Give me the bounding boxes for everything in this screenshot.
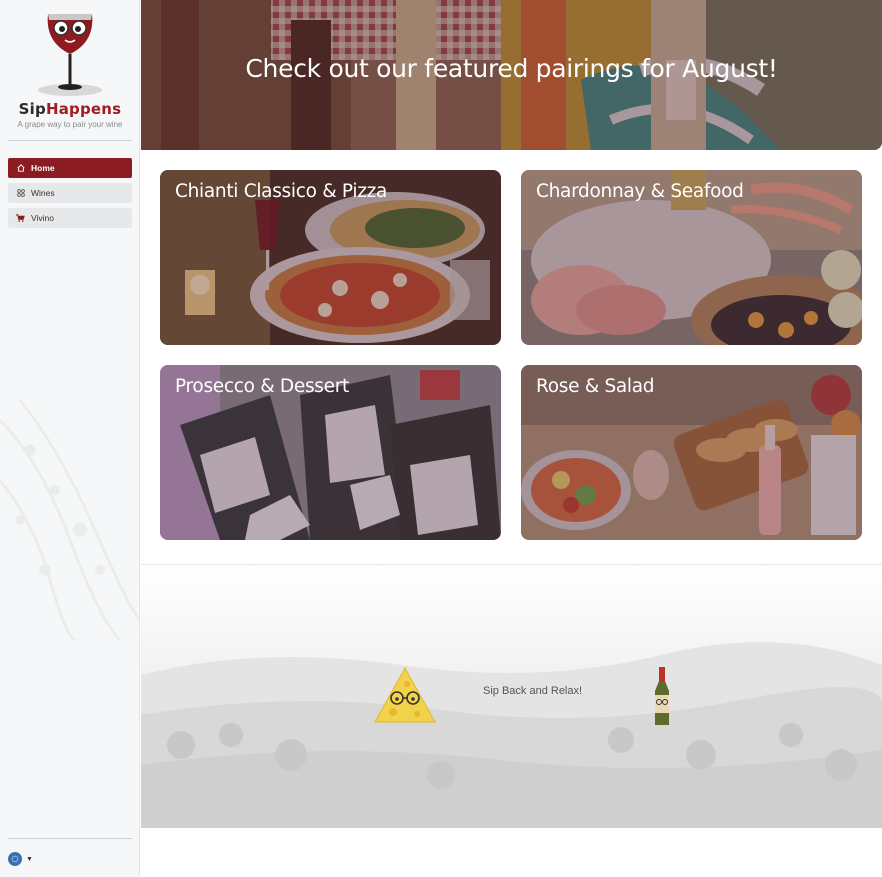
home-icon bbox=[16, 164, 25, 173]
brand-sip: Sip bbox=[18, 100, 46, 118]
pairing-card-chardonnay-seafood[interactable]: Chardonnay & Seafood bbox=[521, 170, 862, 345]
card-title: Prosecco & Dessert bbox=[175, 376, 349, 397]
tagline: A grape way to pair your wine bbox=[17, 120, 123, 129]
sidebar-item-wines[interactable]: Wines bbox=[8, 183, 132, 203]
sidebar-item-label: Vivino bbox=[31, 213, 54, 223]
card-title: Rose & Salad bbox=[536, 376, 655, 397]
sidebar-bottom-divider bbox=[8, 838, 132, 839]
chevron-down-icon[interactable]: ▼ bbox=[26, 856, 33, 863]
hero-title: Check out our featured pairings for Augu… bbox=[245, 54, 778, 83]
cheese-icon bbox=[374, 666, 436, 723]
sidebar-item-label: Wines bbox=[31, 188, 55, 198]
vineyard-decoration bbox=[0, 399, 139, 640]
cart-icon bbox=[16, 214, 25, 223]
sidebar: SipHappens A grape way to pair your wine… bbox=[0, 0, 140, 877]
pairing-card-rose-salad[interactable]: Rose & Salad bbox=[521, 365, 862, 540]
logo[interactable] bbox=[0, 8, 139, 98]
avatar[interactable] bbox=[8, 852, 22, 866]
brand-name: SipHappens bbox=[0, 100, 139, 118]
grid-icon bbox=[16, 189, 25, 198]
sidebar-item-home[interactable]: Home bbox=[8, 158, 132, 178]
card-title: Chardonnay & Seafood bbox=[536, 181, 744, 202]
card-title: Chianti Classico & Pizza bbox=[175, 181, 388, 202]
brand-happens: Happens bbox=[45, 100, 122, 118]
sidebar-divider bbox=[8, 140, 132, 141]
sidebar-nav: Home Wines Vivino bbox=[8, 158, 132, 233]
sidebar-item-vivino[interactable]: Vivino bbox=[8, 208, 132, 228]
footer-band: Sip Back and Relax! bbox=[141, 564, 882, 828]
wine-glass-mascot-icon bbox=[38, 14, 102, 96]
pairing-card-prosecco-dessert[interactable]: Prosecco & Dessert bbox=[160, 365, 501, 540]
pairing-card-chianti-pizza[interactable]: Chianti Classico & Pizza bbox=[160, 170, 501, 345]
wine-bottle-icon bbox=[655, 667, 669, 725]
sidebar-item-label: Home bbox=[31, 163, 55, 173]
featured-banner: Check out our featured pairings for Augu… bbox=[141, 0, 882, 150]
user-menu[interactable]: ▼ bbox=[8, 852, 33, 866]
footer-slogan: Sip Back and Relax! bbox=[483, 685, 583, 697]
